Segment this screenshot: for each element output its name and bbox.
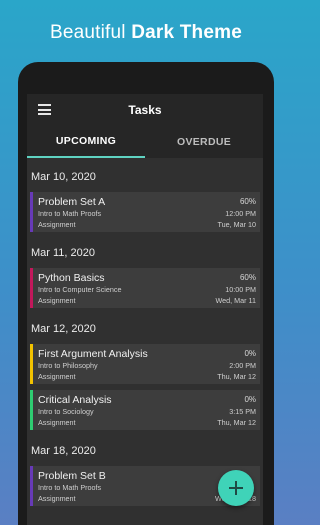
add-task-button[interactable] — [218, 470, 254, 506]
task-title: First Argument Analysis — [38, 348, 148, 360]
task-due: Tue, Mar 10 — [217, 220, 256, 229]
plus-icon — [229, 481, 243, 495]
date-header: Mar 18, 2020 — [31, 445, 96, 457]
task-type: Assignment — [38, 418, 76, 427]
task-due: Thu, Mar 12 — [217, 418, 256, 427]
task-time: 12:00 PM — [225, 209, 256, 218]
task-card[interactable]: Problem Set A 60% Intro to Math Proofs 1… — [30, 192, 260, 232]
task-title: Problem Set B — [38, 470, 106, 482]
app-bar: Tasks — [27, 94, 263, 126]
page-title: Tasks — [128, 103, 162, 117]
task-course: Intro to Computer Science — [38, 285, 122, 294]
task-title: Critical Analysis — [38, 394, 112, 406]
date-header: Mar 11, 2020 — [31, 247, 96, 259]
task-course: Intro to Math Proofs — [38, 209, 102, 218]
task-percent: 0% — [244, 349, 256, 358]
promo-headline: Beautiful Dark Theme — [0, 22, 292, 44]
task-type: Assignment — [38, 296, 76, 305]
task-card[interactable]: Critical Analysis 0% Intro to Sociology … — [30, 390, 260, 430]
task-time: 3:15 PM — [229, 407, 256, 416]
tab-upcoming[interactable]: UPCOMING — [27, 126, 145, 158]
task-type: Assignment — [38, 220, 76, 229]
tab-overdue[interactable]: OVERDUE — [145, 126, 263, 158]
task-type: Assignment — [38, 494, 76, 503]
task-list: Mar 10, 2020 Problem Set A 60% Intro to … — [27, 162, 263, 506]
task-card[interactable]: First Argument Analysis 0% Intro to Phil… — [30, 344, 260, 384]
menu-icon[interactable] — [38, 104, 51, 115]
task-due: Thu, Mar 12 — [217, 372, 256, 381]
task-course: Intro to Sociology — [38, 407, 94, 416]
task-course: Intro to Philosophy — [38, 361, 98, 370]
task-time: 10:00 PM — [225, 285, 256, 294]
task-time: 2:00 PM — [229, 361, 256, 370]
promo-emphasis: Dark Theme — [131, 22, 242, 43]
date-header: Mar 12, 2020 — [31, 323, 96, 335]
task-title: Python Basics — [38, 272, 105, 284]
task-type: Assignment — [38, 372, 76, 381]
app-screen: Tasks UPCOMING OVERDUE Mar 10, 2020 Prob… — [27, 94, 263, 525]
task-card[interactable]: Python Basics 60% Intro to Computer Scie… — [30, 268, 260, 308]
date-header: Mar 10, 2020 — [31, 171, 96, 183]
promo-prefix: Beautiful — [49, 22, 126, 43]
task-title: Problem Set A — [38, 196, 106, 208]
task-due: Wed, Mar 11 — [215, 296, 256, 305]
task-percent: 0% — [244, 395, 256, 404]
tab-bar: UPCOMING OVERDUE — [27, 126, 263, 158]
task-percent: 60% — [239, 197, 256, 206]
task-course: Intro to Math Proofs — [38, 483, 102, 492]
task-percent: 60% — [239, 273, 256, 282]
